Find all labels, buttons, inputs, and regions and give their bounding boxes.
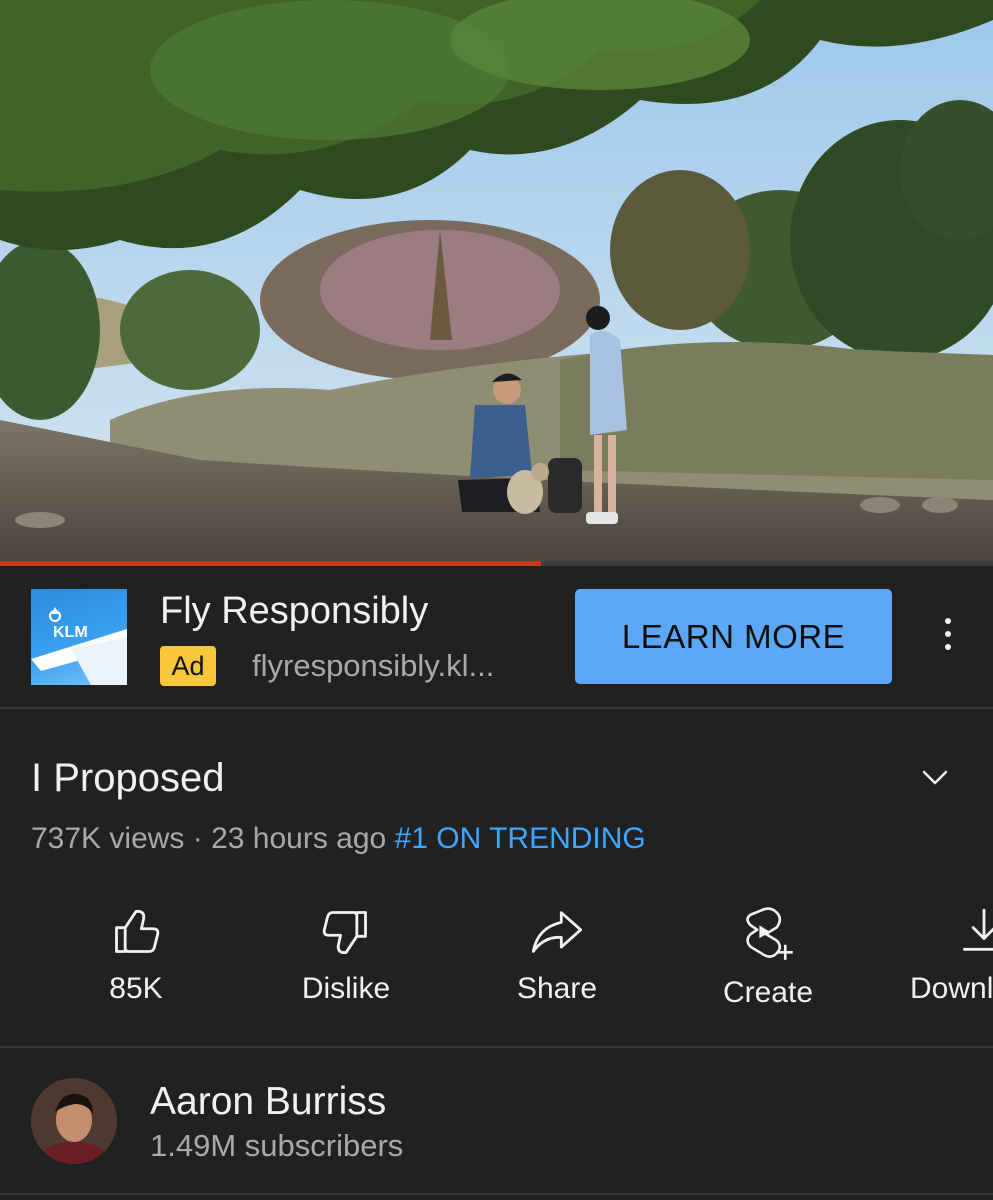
ad-thumb-brand: KLM (53, 624, 88, 641)
channel-avatar[interactable] (31, 1078, 117, 1164)
create-label: Create (722, 976, 814, 1009)
view-count: 737K views (31, 822, 185, 855)
bottom-divider (0, 1193, 993, 1195)
section-divider (0, 1046, 993, 1048)
subscriber-count: 1.49M subscribers (150, 1128, 404, 1163)
download-button[interactable]: Downl (878, 898, 993, 1018)
like-count: 85K (109, 972, 163, 1005)
ad-title[interactable]: Fly Responsibly (160, 590, 428, 633)
meta-separator: · (184, 822, 212, 855)
chevron-down-icon[interactable] (918, 762, 952, 792)
ad-banner[interactable]: KLM Fly Responsibly Ad flyresponsibly.kl… (0, 566, 993, 709)
klm-airplane-logo: KLM (31, 607, 127, 685)
upload-age: 23 hours ago (211, 822, 387, 855)
download-label: Downl (910, 972, 993, 1005)
dislike-label: Dislike (301, 972, 391, 1005)
thumbs-up-icon (115, 910, 160, 953)
share-label: Share (516, 972, 598, 1005)
share-icon (531, 911, 583, 953)
youtube-watch-page: KLM Fly Responsibly Ad flyresponsibly.kl… (0, 0, 993, 1200)
channel-name[interactable]: Aaron Burriss (150, 1080, 386, 1124)
more-vertical-icon[interactable] (934, 618, 962, 658)
video-title[interactable]: I Proposed (31, 756, 224, 801)
ad-thumbnail[interactable]: KLM (31, 589, 127, 685)
video-player[interactable] (0, 0, 993, 561)
share-button[interactable]: Share (457, 898, 657, 1018)
learn-more-button[interactable]: LEARN MORE (575, 589, 892, 684)
action-bar: 85K Dislike Share Create Downl (0, 898, 993, 1018)
like-button[interactable]: 85K (36, 898, 236, 1018)
create-icon (746, 907, 793, 960)
download-icon (963, 908, 993, 951)
ad-badge: Ad (160, 646, 216, 686)
video-meta[interactable]: 737K views · 23 hours ago #1 ON TRENDING (31, 822, 646, 856)
ad-url[interactable]: flyresponsibly.kl... (252, 648, 544, 684)
dislike-button[interactable]: Dislike (246, 898, 446, 1018)
video-frame (0, 0, 993, 561)
trending-badge[interactable]: #1 ON TRENDING (395, 822, 646, 855)
thumbs-down-icon (322, 911, 367, 954)
create-button[interactable]: Create (668, 898, 868, 1018)
